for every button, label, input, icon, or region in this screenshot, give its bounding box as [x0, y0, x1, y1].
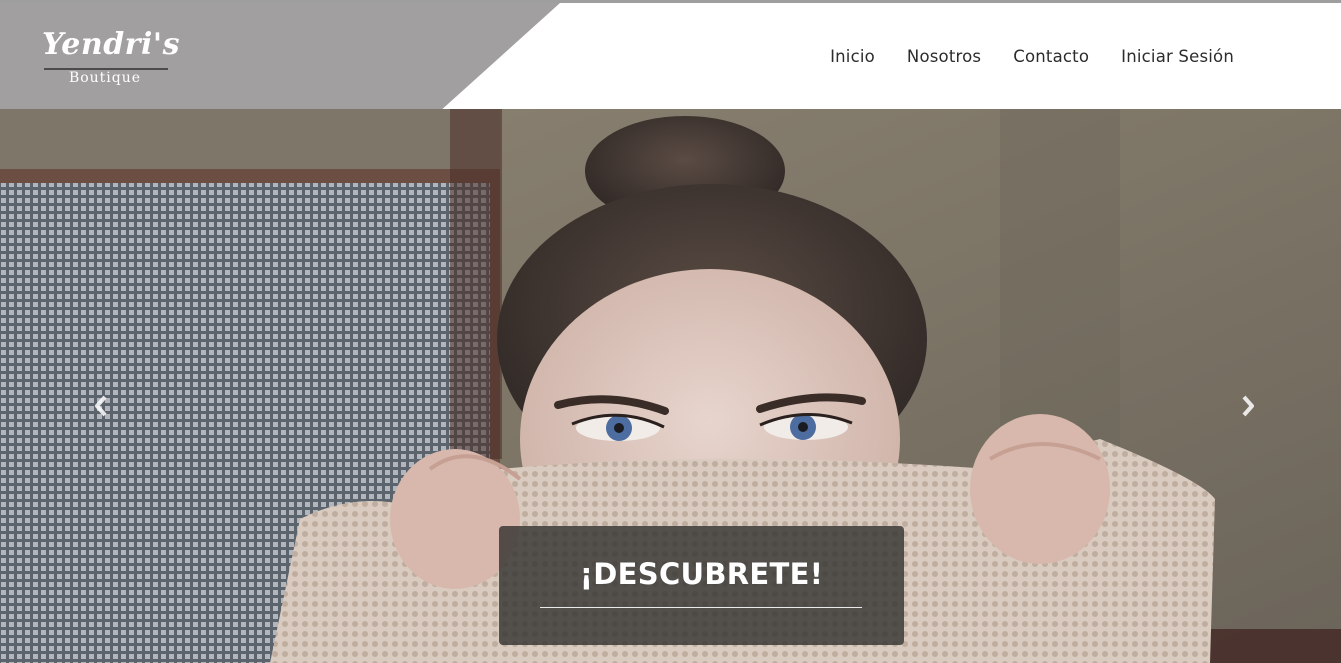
nav-link-iniciar-sesion[interactable]: Iniciar Sesión — [1121, 47, 1234, 66]
brand-logo[interactable]: Yendri's Boutique — [42, 25, 180, 91]
brand-subtitle: Boutique — [68, 70, 142, 86]
nav-link-inicio[interactable]: Inicio — [830, 47, 875, 66]
navbar: Yendri's Boutique Inicio Nosotros Contac… — [0, 3, 1341, 109]
chevron-right-icon — [1242, 395, 1254, 417]
chevron-left-icon — [95, 395, 107, 417]
brand-name: Yendri's — [42, 27, 180, 62]
carousel-next-button[interactable] — [1237, 393, 1259, 419]
hero-carousel: ¡DESCUBRETE! — [0, 109, 1341, 663]
nav-link-nosotros[interactable]: Nosotros — [907, 47, 981, 66]
nav-link-contacto[interactable]: Contacto — [1013, 47, 1089, 66]
main-nav: Inicio Nosotros Contacto Iniciar Sesión — [830, 3, 1234, 109]
caption-divider — [540, 607, 862, 608]
carousel-prev-button[interactable] — [90, 393, 112, 419]
caption-title: ¡DESCUBRETE! — [579, 557, 824, 591]
carousel-caption: ¡DESCUBRETE! — [499, 526, 904, 645]
